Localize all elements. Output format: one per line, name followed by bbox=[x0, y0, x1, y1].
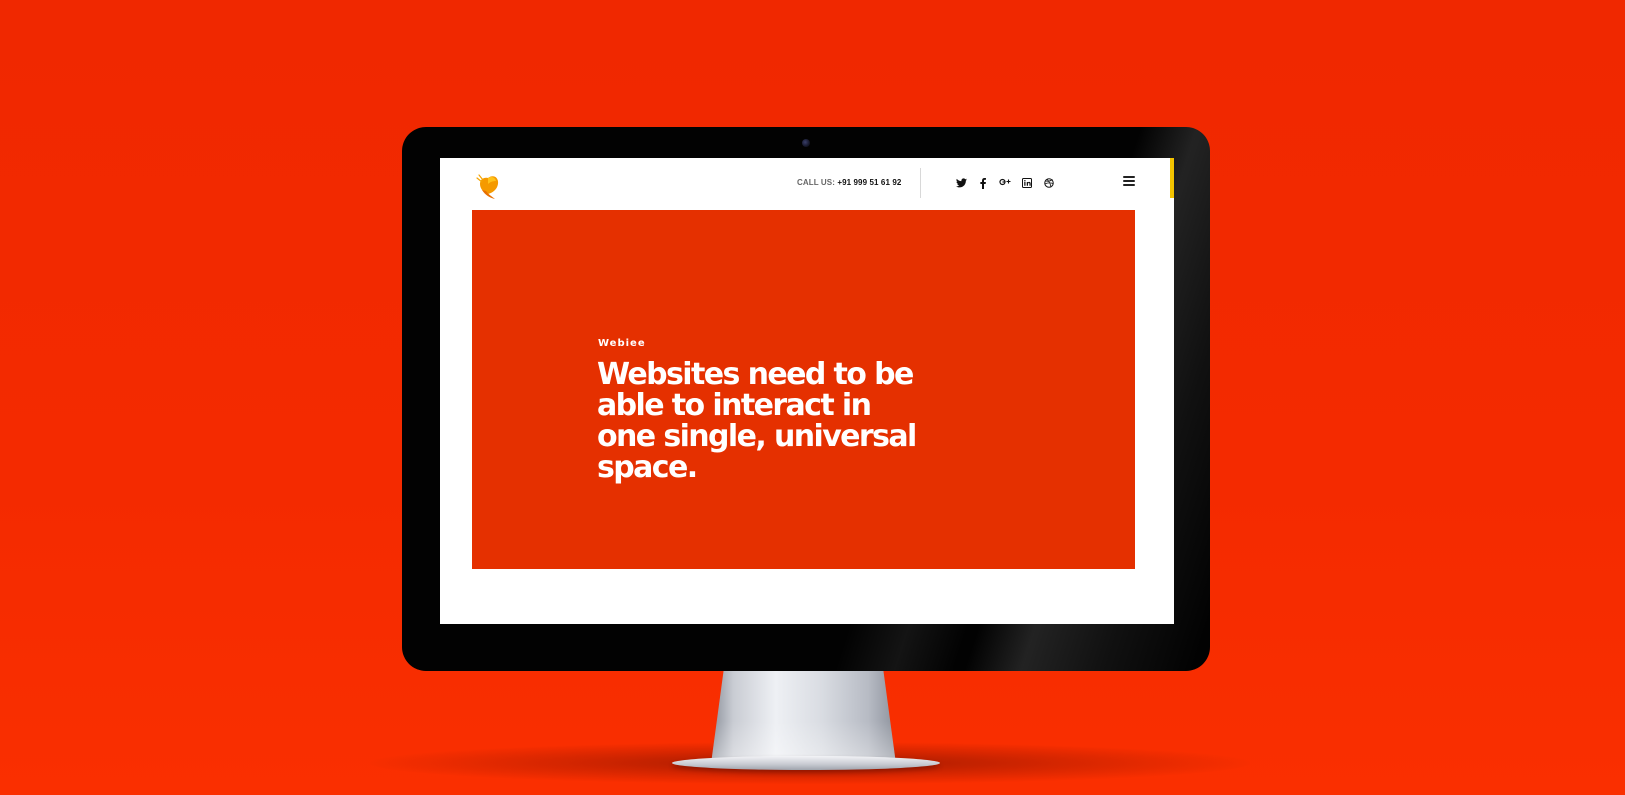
bezel-reflection bbox=[832, 617, 972, 671]
hero-eyebrow: Webiee bbox=[598, 338, 646, 349]
site-header: CALL US: +91 999 51 61 92 bbox=[440, 158, 1174, 210]
call-us-info: CALL US: +91 999 51 61 92 bbox=[797, 178, 901, 187]
call-us-label: CALL US: bbox=[797, 178, 835, 187]
google-plus-icon[interactable] bbox=[999, 177, 1011, 189]
linkedin-icon[interactable] bbox=[1021, 177, 1033, 189]
phone-number[interactable]: +91 999 51 61 92 bbox=[837, 178, 901, 187]
website-screen: CALL US: +91 999 51 61 92 Webiee Website… bbox=[440, 158, 1174, 624]
facebook-icon[interactable] bbox=[977, 177, 989, 189]
hero-headline: Websites need to be able to interact in … bbox=[597, 357, 917, 485]
monitor-stand-base bbox=[672, 756, 940, 770]
logo-icon[interactable] bbox=[474, 172, 502, 202]
twitter-icon[interactable] bbox=[955, 177, 967, 189]
monitor-bezel: CALL US: +91 999 51 61 92 Webiee Website… bbox=[402, 127, 1210, 671]
monitor-stand bbox=[711, 668, 896, 764]
hamburger-menu-icon[interactable] bbox=[1123, 176, 1135, 187]
camera-icon bbox=[802, 139, 810, 147]
header-divider bbox=[920, 168, 921, 198]
hero-section: Webiee Websites need to be able to inter… bbox=[472, 210, 1135, 569]
dribbble-icon[interactable] bbox=[1043, 177, 1055, 189]
social-links bbox=[955, 176, 1065, 190]
